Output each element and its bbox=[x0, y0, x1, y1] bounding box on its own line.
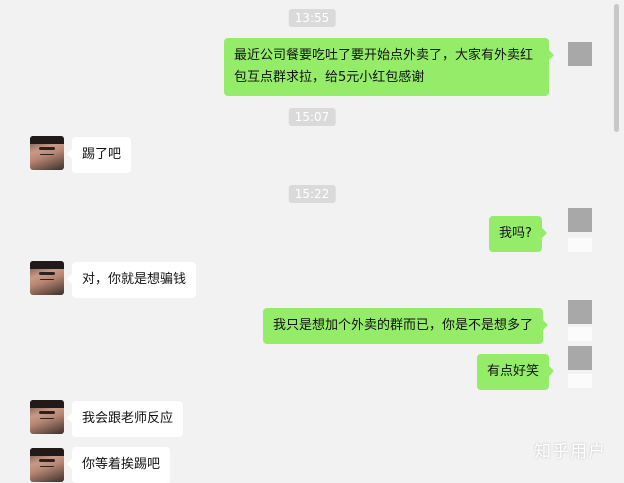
contact-avatar[interactable] bbox=[30, 448, 64, 482]
self-avatar[interactable] bbox=[568, 208, 592, 232]
message-bubble-outgoing[interactable]: 最近公司餐要吃吐了要开始点外卖了，大家有外卖红 包互点群求拉，给5元小红包感谢 bbox=[224, 38, 554, 96]
avatar-placeholder bbox=[568, 374, 592, 388]
avatar-placeholder bbox=[568, 238, 592, 252]
message-bubble-incoming[interactable]: 我会跟老师反应 bbox=[66, 401, 184, 437]
message-bubble-outgoing[interactable]: 有点好笑 bbox=[477, 354, 555, 390]
message-bubble-incoming[interactable]: 你等着挨踢吧 bbox=[66, 447, 171, 483]
message-text: 你等着挨踢吧 bbox=[82, 457, 161, 472]
message-bubble-outgoing[interactable]: 我只是想加个外卖的群而已，你是不是想多了 bbox=[263, 308, 549, 344]
watermark: 知乎用户 bbox=[534, 442, 606, 462]
self-avatar[interactable] bbox=[568, 42, 592, 66]
avatar-placeholder bbox=[568, 327, 592, 341]
self-avatar[interactable] bbox=[568, 300, 592, 324]
self-avatar[interactable] bbox=[568, 346, 592, 370]
contact-avatar[interactable] bbox=[30, 261, 64, 295]
contact-avatar[interactable] bbox=[30, 136, 64, 170]
message-text: 我吗? bbox=[499, 226, 532, 241]
message-text: 有点好笑 bbox=[487, 364, 540, 379]
scrollbar-thumb[interactable] bbox=[614, 4, 619, 132]
message-bubble-incoming[interactable]: 踢了吧 bbox=[66, 137, 132, 173]
message-text: 对，你就是想骗钱 bbox=[82, 272, 187, 287]
contact-avatar[interactable] bbox=[30, 400, 64, 434]
message-text: 我只是想加个外卖的群而已，你是不是想多了 bbox=[273, 318, 534, 333]
message-text: 踢了吧 bbox=[82, 147, 122, 162]
message-text-line: 包互点群求拉，给5元小红包感谢 bbox=[234, 70, 425, 85]
message-bubble-outgoing[interactable]: 我吗? bbox=[489, 216, 547, 252]
message-text-line: 最近公司餐要吃吐了要开始点外卖了，大家有外卖红 bbox=[234, 48, 534, 63]
timestamp: 15:22 bbox=[288, 185, 336, 203]
message-bubble-incoming[interactable]: 对，你就是想骗钱 bbox=[66, 262, 197, 298]
timestamp: 13:55 bbox=[288, 9, 336, 27]
timestamp: 15:07 bbox=[288, 108, 336, 126]
scrollbar[interactable] bbox=[614, 0, 622, 472]
message-text: 我会跟老师反应 bbox=[82, 411, 174, 426]
